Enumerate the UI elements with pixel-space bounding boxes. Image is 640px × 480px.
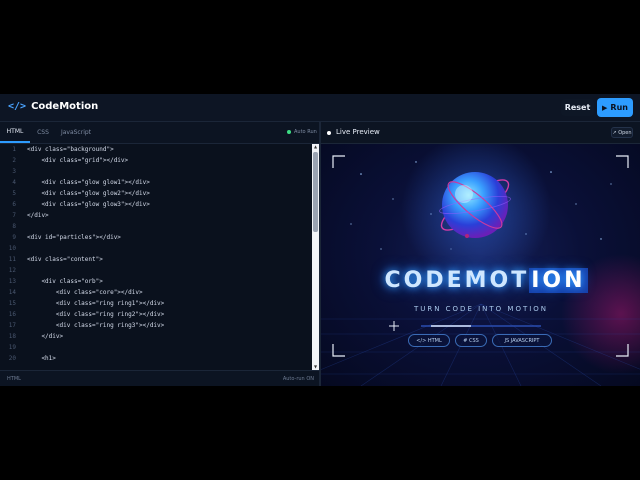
line-code: <h1>	[27, 355, 56, 362]
stage-graphics	[321, 144, 640, 386]
code-line[interactable]: 16 <div class="ring ring2"></div>	[0, 309, 312, 320]
tab-css[interactable]: CSS	[32, 122, 54, 143]
line-number: 13	[8, 278, 16, 285]
code-line[interactable]: 8	[0, 221, 312, 232]
line-number: 3	[12, 168, 16, 175]
pill-css[interactable]: # CSS	[455, 334, 487, 347]
line-number: 16	[8, 311, 16, 318]
line-code: </div>	[27, 212, 49, 219]
line-code: <div class="glow glow2"></div>	[27, 190, 150, 197]
code-line[interactable]: 12	[0, 265, 312, 276]
line-number: 11	[8, 256, 16, 263]
code-icon: </>	[8, 101, 27, 112]
code-line[interactable]: 14 <div class="core"></div>	[0, 287, 312, 298]
line-code: <div class="background">	[27, 146, 114, 153]
run-button[interactable]: ▶ Run	[597, 98, 633, 117]
line-number: 10	[8, 245, 16, 252]
line-code: </div>	[27, 333, 64, 340]
code-line[interactable]: 17 <div class="ring ring3"></div>	[0, 320, 312, 331]
language-indicator: HTML	[7, 376, 21, 382]
code-line[interactable]: 7 </div>	[0, 210, 312, 221]
orb-satellite	[465, 234, 469, 238]
open-button[interactable]: ↗ Open	[611, 127, 633, 138]
line-code: <div class="ring ring2"></div>	[27, 311, 165, 318]
code-line[interactable]: 15 <div class="ring ring1"></div>	[0, 298, 312, 309]
pill-javascript[interactable]: JS JAVASCRIPT	[492, 334, 552, 347]
code-line[interactable]: 4 <div class="glow glow1"></div>	[0, 177, 312, 188]
editor-scrollbar[interactable]: ▲ ▼	[312, 144, 319, 370]
line-number: 18	[8, 333, 16, 340]
crosshair-icon	[389, 321, 399, 331]
code-line[interactable]: 10	[0, 243, 312, 254]
line-code: <div class="orb">	[27, 278, 103, 285]
hero-subtitle: TURN CODE INTO MOTION	[413, 305, 549, 313]
code-line[interactable]: 9 <div id="particles"></div>	[0, 232, 312, 243]
scroll-thumb[interactable]	[313, 152, 318, 232]
line-number: 6	[12, 201, 16, 208]
live-dot-icon	[327, 131, 331, 135]
code-line[interactable]: 19	[0, 342, 312, 353]
tab-html[interactable]: HTML	[0, 122, 30, 143]
reset-button[interactable]: Reset	[561, 99, 594, 116]
line-number: 1	[12, 146, 16, 153]
line-number: 2	[12, 157, 16, 164]
preview-stage: CODEMOTION TURN CODE INTO MOTION </> HTM…	[321, 144, 640, 386]
line-code: <div class="core"></div>	[27, 289, 143, 296]
line-number: 15	[8, 300, 16, 307]
line-number: 5	[12, 190, 16, 197]
code-line[interactable]: 20 <h1>	[0, 353, 312, 364]
pill-html[interactable]: </> HTML	[408, 334, 450, 347]
code-line[interactable]: 1 <div class="background">	[0, 144, 312, 155]
code-line[interactable]: 2 <div class="grid"></div>	[0, 155, 312, 166]
code-line[interactable]: 3	[0, 166, 312, 177]
auto-run-indicator[interactable]: Auto Run	[287, 129, 317, 135]
play-icon: ▶	[602, 103, 608, 112]
code-line[interactable]: 6 <div class="glow glow3"></div>	[0, 199, 312, 210]
line-number: 14	[8, 289, 16, 296]
scroll-up-icon[interactable]: ▲	[312, 144, 319, 150]
line-code: <div class="glow glow3"></div>	[27, 201, 150, 208]
status-dot-icon	[287, 130, 291, 134]
code-line[interactable]: 18 </div>	[0, 331, 312, 342]
preview-toolbar: Live Preview ↗ Open	[321, 122, 640, 144]
line-code: <div class="ring ring3"></div>	[27, 322, 165, 329]
line-number: 7	[12, 212, 16, 219]
orb-highlight	[455, 185, 473, 203]
brand-name: CodeMotion	[31, 101, 99, 112]
line-number: 8	[12, 223, 16, 230]
live-preview-label: Live Preview	[336, 128, 380, 136]
auto-run-label: Auto Run	[294, 129, 317, 135]
line-code: <div class="content">	[27, 256, 103, 263]
tab-javascript[interactable]: JavaScript	[57, 122, 95, 143]
editor-tabs: HTML CSS JavaScript Auto Run	[0, 122, 319, 144]
line-number: 12	[8, 267, 16, 274]
run-label: Run	[610, 103, 628, 112]
hero-title: CODEMOTION	[376, 268, 596, 293]
hero-title-main: CODEMOT	[384, 268, 530, 293]
code-line[interactable]: 5 <div class="glow glow2"></div>	[0, 188, 312, 199]
auto-run-status: Auto-run ON	[282, 376, 314, 382]
line-number: 17	[8, 322, 16, 329]
code-line[interactable]: 13 <div class="orb">	[0, 276, 312, 287]
line-number: 4	[12, 179, 16, 186]
code-editor-panel: HTML CSS JavaScript Auto Run 1 <div class…	[0, 122, 319, 386]
editor-statusbar: HTML Auto-run ON	[0, 370, 319, 386]
line-number: 19	[8, 344, 16, 351]
brand: </> CodeMotion	[8, 101, 98, 112]
line-code: <div class="glow glow1"></div>	[27, 179, 150, 186]
codemotion-app: </> CodeMotion Reset ▶ Run HTML CSS Java…	[0, 94, 640, 386]
preview-panel: Live Preview ↗ Open CODEMOTION TURN CODE…	[321, 122, 640, 386]
app-header: </> CodeMotion Reset ▶ Run	[0, 94, 640, 122]
line-code: <div class="grid"></div>	[27, 157, 129, 164]
line-number: 9	[12, 234, 16, 241]
code-line[interactable]: 11 <div class="content">	[0, 254, 312, 265]
hero-title-highlight: ION	[529, 268, 588, 293]
line-code: <div class="ring ring1"></div>	[27, 300, 165, 307]
line-number: 20	[8, 355, 16, 362]
line-code: <div id="particles"></div>	[27, 234, 121, 241]
code-area[interactable]: 1 <div class="background"> 2 <div class="g…	[0, 144, 312, 370]
